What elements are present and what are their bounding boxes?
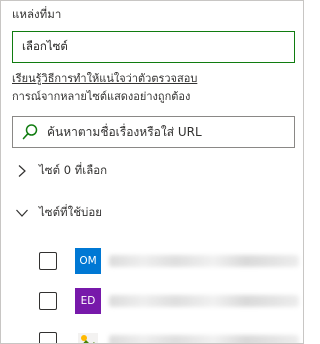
site-row[interactable]: ED	[39, 287, 299, 315]
site-tile-ed: ED	[75, 288, 101, 314]
source-label: แหล่งที่มา	[12, 7, 62, 21]
site-checkbox[interactable]	[39, 292, 57, 310]
site-name-redacted	[109, 295, 299, 307]
chevron-down-icon	[15, 206, 29, 220]
learn-more-link[interactable]: เรียนรู้วิธีการทำให้แน่ใจว่าตัวตรวจสอบ ก…	[12, 70, 295, 106]
frequent-sites-group-toggle[interactable]: ไซต์ที่ใช้บ่อย	[15, 204, 102, 222]
selected-sites-label: ไซต์ 0 ที่เลือก	[39, 163, 108, 177]
learn-more-line-2: การณ์จากหลายไซต์แสดงอย่างถูกต้อง	[12, 90, 191, 103]
site-select-value: เลือกไซต์	[22, 39, 68, 53]
site-name-redacted	[109, 335, 299, 343]
chevron-right-icon	[15, 164, 29, 178]
site-row[interactable]: OM	[39, 247, 299, 275]
site-picker-panel: แหล่งที่มา เลือกไซต์ เรียนรู้วิธีการทำให…	[0, 0, 304, 344]
selected-sites-group-toggle[interactable]: ไซต์ 0 ที่เลือก	[15, 162, 107, 180]
search-placeholder: ค้นหาตามชื่อเรื่องหรือใส่ URL	[47, 124, 202, 139]
learn-more-line-1: เรียนรู้วิธีการทำให้แน่ใจว่าตัวตรวจสอบ	[12, 72, 198, 85]
search-icon	[21, 123, 39, 141]
site-tile-om: OM	[75, 248, 101, 274]
site-select-input[interactable]: เลือกไซต์	[12, 31, 295, 63]
site-checkbox[interactable]	[39, 252, 57, 270]
site-logo-image	[75, 328, 101, 343]
frequent-sites-label: ไซต์ที่ใช้บ่อย	[39, 205, 103, 219]
site-checkbox[interactable]	[39, 332, 57, 343]
site-row[interactable]	[39, 327, 299, 343]
site-search-box[interactable]: ค้นหาตามชื่อเรื่องหรือใส่ URL	[12, 116, 295, 148]
site-name-redacted	[109, 255, 299, 267]
